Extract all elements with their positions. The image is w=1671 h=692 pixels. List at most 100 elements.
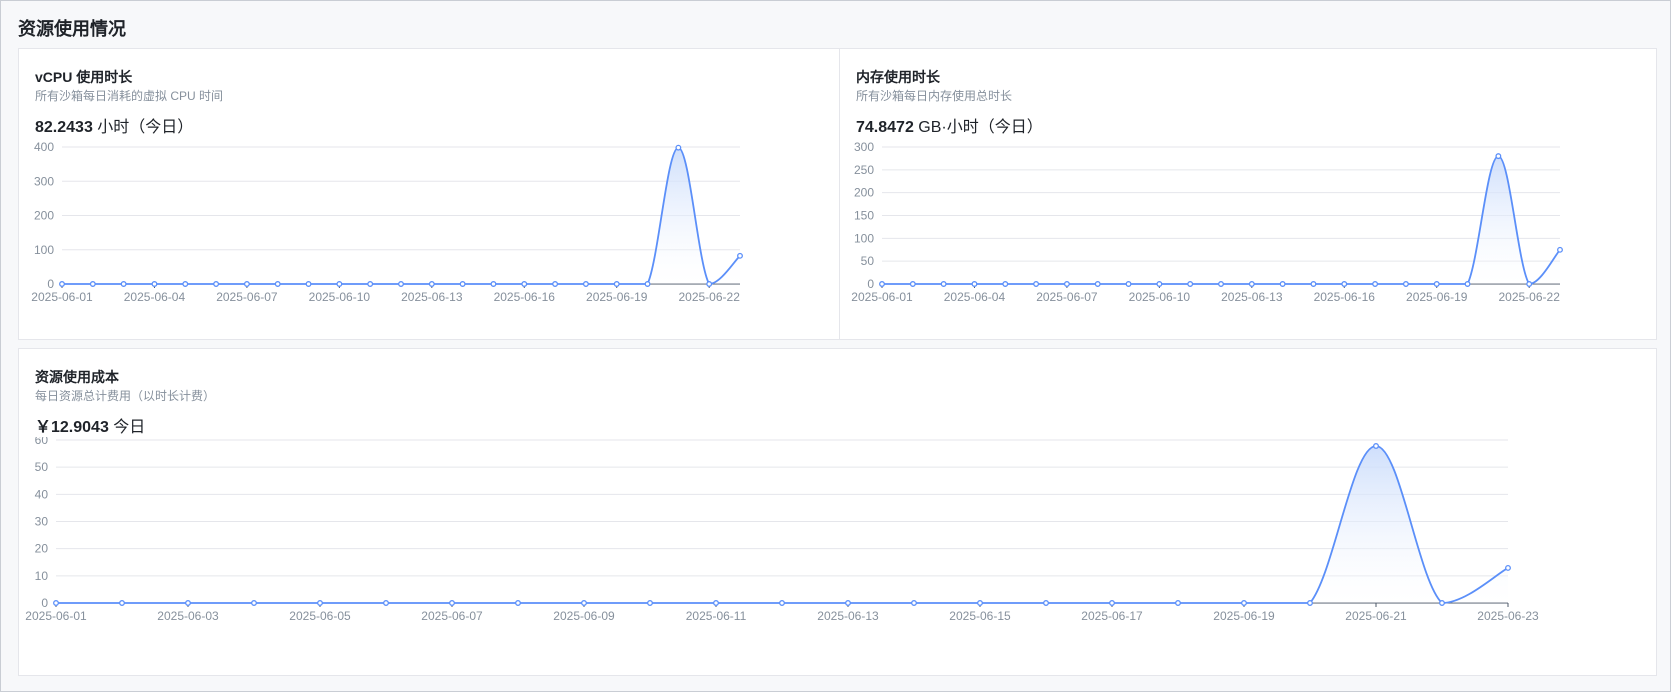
memory-chart[interactable]: 0 50 100 150 200 250 300 2025-06-01 2025-06-04 20…	[840, 137, 1656, 312]
vcpu-data-point[interactable]	[459, 281, 466, 287]
cost-y-tick-label: 50	[35, 460, 49, 474]
memory-data-point[interactable]	[1187, 281, 1194, 287]
cost-data-point[interactable]	[449, 600, 455, 606]
usage-panel: 资源使用情况 vCPU 使用时长 所有沙箱每日消耗的虚拟 CPU 时间 82.2…	[0, 0, 1671, 692]
memory-data-point[interactable]	[1495, 153, 1502, 160]
memory-data-point[interactable]	[879, 281, 885, 287]
vcpu-data-point[interactable]	[675, 144, 682, 151]
memory-series-line	[881, 155, 1561, 285]
memory-x-tick-label: 2025-06-16	[1314, 290, 1376, 304]
memory-data-point[interactable]	[1002, 281, 1009, 287]
vcpu-data-point[interactable]	[59, 281, 65, 287]
memory-data-point[interactable]	[1433, 281, 1440, 287]
memory-x-tick-label: 2025-06-04	[944, 290, 1006, 304]
cost-data-point[interactable]	[1439, 600, 1445, 606]
vcpu-data-point[interactable]	[706, 281, 713, 287]
cost-x-tick-label: 2025-06-13	[817, 609, 879, 623]
cost-x-tick-label: 2025-06-09	[553, 609, 615, 623]
cost-x-tick-label: 2025-06-17	[1081, 609, 1143, 623]
memory-data-point[interactable]	[1464, 281, 1471, 287]
memory-data-point[interactable]	[1557, 246, 1563, 253]
cost-x-tick-label: 2025-06-21	[1345, 609, 1407, 623]
memory-data-point[interactable]	[1279, 281, 1286, 287]
vcpu-x-tick-label: 2025-06-04	[124, 290, 186, 304]
memory-y-tick-label: 100	[854, 231, 874, 245]
vcpu-data-point[interactable]	[644, 281, 651, 287]
vcpu-data-point[interactable]	[151, 281, 158, 287]
cost-data-point[interactable]	[251, 600, 257, 606]
cost-data-point[interactable]	[911, 600, 917, 606]
cost-data-point[interactable]	[1175, 600, 1181, 606]
memory-y-tick-label: 250	[854, 163, 874, 177]
cost-x-tick-label: 2025-06-15	[949, 609, 1011, 623]
memory-data-point[interactable]	[1094, 281, 1101, 287]
cost-data-point[interactable]	[647, 600, 653, 606]
cost-chart[interactable]: 0 10 20 30 40 50 60 2025-06-01 2025-06-03 2025-06…	[19, 437, 1656, 627]
memory-data-point[interactable]	[940, 281, 947, 287]
vcpu-data-point[interactable]	[521, 281, 528, 287]
cost-data-point[interactable]	[779, 600, 785, 606]
cost-series-area	[56, 445, 1508, 603]
memory-y-tick-label: 50	[861, 254, 875, 268]
cost-data-point[interactable]	[1373, 443, 1379, 449]
vcpu-data-point[interactable]	[428, 281, 435, 287]
vcpu-data-point[interactable]	[552, 281, 559, 287]
memory-data-point[interactable]	[1063, 281, 1070, 287]
vcpu-data-point[interactable]	[613, 281, 620, 287]
cost-y-tick-label: 40	[35, 487, 49, 501]
cost-data-point[interactable]	[53, 600, 59, 606]
memory-data-point[interactable]	[1372, 281, 1379, 287]
memory-data-point[interactable]	[1156, 281, 1163, 287]
cost-data-point[interactable]	[977, 600, 983, 606]
vcpu-card-title: vCPU 使用时长	[35, 69, 133, 85]
memory-x-tick-label: 2025-06-13	[1221, 290, 1283, 304]
cost-data-point[interactable]	[515, 600, 521, 606]
vcpu-data-point[interactable]	[243, 281, 250, 287]
memory-y-tick-label: 200	[854, 186, 874, 200]
memory-data-point[interactable]	[909, 281, 916, 287]
memory-data-point[interactable]	[1248, 281, 1255, 287]
vcpu-data-point[interactable]	[274, 281, 281, 287]
cost-data-point[interactable]	[845, 600, 851, 606]
cost-data-point[interactable]	[185, 600, 191, 606]
vcpu-data-point[interactable]	[367, 281, 374, 287]
vcpu-data-point[interactable]	[120, 281, 127, 287]
cost-data-point[interactable]	[1109, 600, 1115, 606]
memory-y-tick-label: 300	[854, 140, 874, 154]
memory-data-point[interactable]	[1526, 281, 1533, 287]
vcpu-data-point[interactable]	[305, 281, 312, 287]
memory-data-point[interactable]	[1402, 281, 1409, 287]
memory-data-point[interactable]	[1125, 281, 1132, 287]
memory-card: 内存使用时长 所有沙箱每日内存使用总时长 74.8472 GB·小时（今日） 0…	[840, 49, 1656, 339]
cost-data-point[interactable]	[317, 600, 323, 606]
memory-data-point[interactable]	[1341, 281, 1348, 287]
memory-data-point[interactable]	[1033, 281, 1040, 287]
vcpu-data-point[interactable]	[490, 281, 497, 287]
cost-data-point[interactable]	[581, 600, 587, 606]
memory-value-number: 74.8472	[856, 119, 914, 136]
memory-card-subtitle: 所有沙箱每日内存使用总时长	[856, 89, 1013, 103]
memory-data-point[interactable]	[1310, 281, 1317, 287]
vcpu-data-point[interactable]	[89, 281, 96, 287]
cost-data-point[interactable]	[119, 600, 125, 606]
vcpu-data-point[interactable]	[336, 281, 343, 287]
vcpu-data-point[interactable]	[582, 281, 589, 287]
memory-data-point[interactable]	[971, 281, 978, 287]
memory-x-tick-label: 2025-06-07	[1036, 290, 1098, 304]
vcpu-data-point[interactable]	[213, 281, 220, 287]
cost-data-point[interactable]	[1505, 564, 1511, 571]
memory-value-unit: GB·小时（今日）	[918, 119, 1043, 136]
cost-card-subtitle: 每日资源总计费用（以时长计费）	[35, 389, 216, 403]
vcpu-data-point[interactable]	[398, 281, 404, 287]
cost-y-tick-label: 30	[35, 515, 49, 529]
cost-data-point[interactable]	[1043, 600, 1049, 606]
cost-data-point[interactable]	[383, 600, 389, 606]
vcpu-chart[interactable]: 0 100 200 300 400 2025-06-01 2025-06-04 2025-06…	[19, 137, 839, 312]
memory-data-point[interactable]	[1218, 281, 1224, 287]
cost-data-point[interactable]	[713, 600, 719, 606]
cost-data-point[interactable]	[1307, 600, 1313, 606]
vcpu-data-point[interactable]	[737, 252, 743, 259]
cost-data-point[interactable]	[1241, 600, 1247, 606]
vcpu-data-point[interactable]	[182, 281, 189, 287]
memory-card-title: 内存使用时长	[856, 69, 940, 85]
